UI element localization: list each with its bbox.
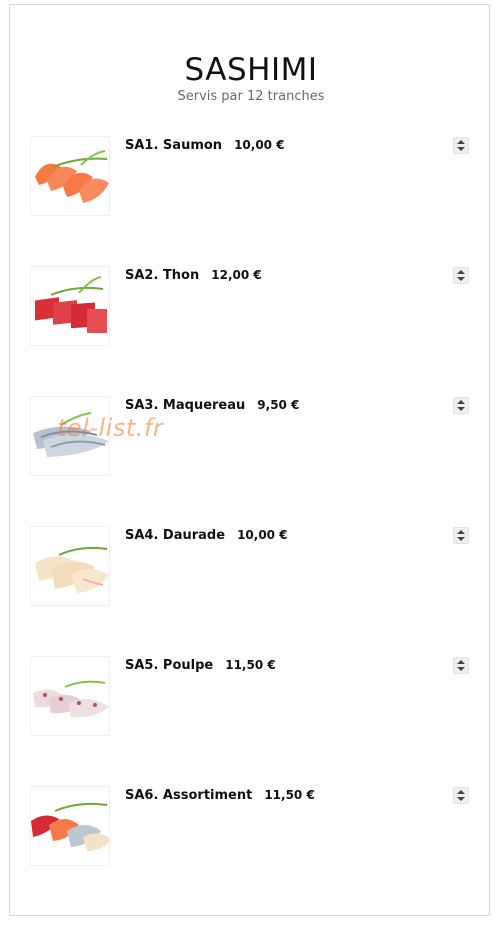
sea-bream-sashimi-image [30,526,110,606]
quantity-stepper[interactable] [453,267,469,284]
stepper-up-icon[interactable] [457,140,465,144]
menu-item: SA4. Daurade 10,00 € [30,526,472,606]
item-label: SA4. Daurade 10,00 € [125,527,288,544]
octopus-sashimi-image [30,656,110,736]
menu-item: SA1. Saumon 10,00 € [30,136,472,216]
stepper-down-icon[interactable] [457,667,465,671]
item-name: SA2. Thon [125,268,200,283]
quantity-stepper[interactable] [453,137,469,154]
item-price: 11,50 € [264,788,315,802]
stepper-up-icon[interactable] [457,400,465,404]
item-name: SA6. Assortiment [125,788,253,803]
menu-item: SA6. Assortiment 11,50 € [30,786,472,866]
page-subtitle: Servis par 12 tranches [177,89,325,104]
stepper-up-icon[interactable] [457,530,465,534]
stepper-up-icon[interactable] [457,270,465,274]
stepper-down-icon[interactable] [457,797,465,801]
tuna-sashimi-image [30,266,110,346]
stepper-down-icon[interactable] [457,407,465,411]
item-label: SA5. Poulpe 11,50 € [125,657,276,674]
item-label: SA6. Assortiment 11,50 € [125,787,315,804]
stepper-down-icon[interactable] [457,537,465,541]
quantity-stepper[interactable] [453,397,469,414]
item-price: 12,00 € [211,268,262,282]
item-label: SA3. Maquereau 9,50 € [125,397,299,414]
watermark: tel-list.fr [57,414,164,442]
salmon-sashimi-image [30,136,110,216]
item-label: SA1. Saumon 10,00 € [125,137,285,154]
item-name: SA4. Daurade [125,528,226,543]
stepper-down-icon[interactable] [457,277,465,281]
item-price: 10,00 € [234,138,285,152]
page-title: SASHIMI [184,52,318,88]
item-label: SA2. Thon 12,00 € [125,267,262,284]
item-price: 11,50 € [225,658,276,672]
assorted-sashimi-image [30,786,110,866]
stepper-down-icon[interactable] [457,147,465,151]
stepper-up-icon[interactable] [457,660,465,664]
item-price: 9,50 € [257,398,300,412]
menu-item: SA5. Poulpe 11,50 € [30,656,472,736]
menu-item: SA2. Thon 12,00 € [30,266,472,346]
quantity-stepper[interactable] [453,657,469,674]
item-price: 10,00 € [237,528,288,542]
quantity-stepper[interactable] [453,787,469,804]
item-name: SA1. Saumon [125,138,223,153]
item-name: SA3. Maquereau [125,398,246,413]
item-name: SA5. Poulpe [125,658,214,673]
quantity-stepper[interactable] [453,527,469,544]
stepper-up-icon[interactable] [457,790,465,794]
